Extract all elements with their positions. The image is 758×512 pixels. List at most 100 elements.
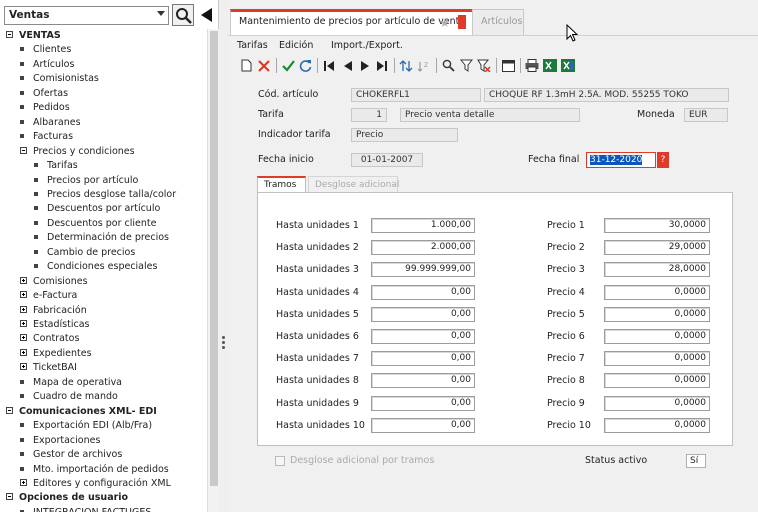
tree-item[interactable]: Precios por artículo: [34, 174, 138, 188]
hasta-unidades-input[interactable]: 0,00: [371, 329, 475, 344]
menu-tarifas[interactable]: Tarifas: [237, 40, 268, 51]
tarifa-description-field[interactable]: Precio venta detalle: [400, 108, 580, 122]
print-button[interactable]: [524, 57, 540, 74]
expand-plus-icon[interactable]: [20, 291, 27, 299]
hasta-unidades-input[interactable]: 1.000,00: [371, 218, 475, 233]
filter-button[interactable]: [458, 57, 474, 74]
collapse-panel-button[interactable]: [199, 6, 215, 24]
tree-item[interactable]: Exportación EDI (Alb/Fra): [20, 419, 152, 433]
expand-plus-icon[interactable]: [20, 320, 27, 327]
precio-input[interactable]: 28,0000: [604, 262, 710, 278]
tree-item[interactable]: Condiciones especiales: [34, 260, 157, 274]
tree-item[interactable]: Clientes: [20, 43, 71, 57]
hasta-unidades-input[interactable]: 0,00: [371, 284, 475, 300]
tree-item[interactable]: Gestor de archivos: [20, 448, 122, 462]
precio-input[interactable]: 0,0000: [604, 329, 710, 344]
tree-folder[interactable]: Comisiones: [20, 275, 88, 289]
tree-item[interactable]: Ofertas: [20, 87, 68, 101]
tab-tramos[interactable]: Tramos: [257, 176, 306, 193]
menu-import-export[interactable]: Import./Export.: [331, 40, 403, 51]
hasta-unidades-input[interactable]: 0,00: [371, 351, 475, 367]
expand-plus-icon[interactable]: [20, 363, 27, 371]
export-excel-button[interactable]: [542, 57, 558, 74]
precio-input[interactable]: 0,0000: [604, 284, 710, 300]
tree-item[interactable]: Precios desglose talla/color: [34, 188, 176, 202]
tree-item[interactable]: Tarifas: [34, 159, 78, 173]
cod-articulo-field[interactable]: CHOKERFL1: [351, 88, 481, 102]
tree-item[interactable]: Facturas: [20, 130, 73, 144]
hasta-unidades-input[interactable]: 99.999.999,00: [371, 262, 475, 278]
expand-plus-icon[interactable]: [20, 478, 27, 486]
hasta-unidades-input[interactable]: 0,00: [371, 395, 475, 411]
tree-folder[interactable]: Opciones de usuario: [6, 491, 128, 505]
fecha-inicio-field[interactable]: 01-01-2007: [351, 153, 423, 167]
desglose-tramos-checkbox[interactable]: [275, 456, 285, 466]
tab-articulos[interactable]: Artículos: [472, 9, 524, 35]
expand-plus-icon[interactable]: [20, 334, 27, 342]
scrollbar-thumb[interactable]: [210, 31, 218, 486]
last-record-button[interactable]: [374, 57, 390, 74]
sidebar-scrollbar[interactable]: [207, 29, 219, 512]
new-button[interactable]: [238, 57, 254, 74]
search-button[interactable]: [172, 4, 194, 26]
precio-input[interactable]: 0,0000: [604, 306, 710, 322]
module-select[interactable]: Ventas: [4, 6, 169, 25]
collapse-minus-icon[interactable]: [6, 406, 13, 414]
tab-mantenimiento-precios[interactable]: Mantenimiento de precios por artículo de…: [230, 9, 473, 35]
cancel-button[interactable]: [256, 57, 272, 74]
chevron-down-icon[interactable]: [157, 11, 165, 16]
tree-item[interactable]: INTEGRACION FACTUGES: [20, 506, 151, 512]
expand-plus-icon[interactable]: [20, 348, 27, 356]
collapse-minus-icon[interactable]: [6, 493, 13, 501]
precio-input[interactable]: 0,0000: [604, 373, 710, 389]
hasta-unidades-input[interactable]: 0,00: [371, 417, 475, 433]
tree-item[interactable]: Cambio de precios: [34, 246, 135, 260]
close-tab-icon[interactable]: [458, 15, 466, 29]
star-icon[interactable]: ★: [439, 16, 450, 30]
tarifa-number-field[interactable]: 1: [351, 108, 387, 122]
precio-input[interactable]: 0,0000: [604, 351, 710, 367]
tree-folder[interactable]: Fabricación: [20, 304, 87, 318]
tree-item[interactable]: Albaranes: [20, 116, 81, 130]
import-excel-button[interactable]: [560, 57, 576, 74]
tree-item[interactable]: Mto. importación de pedidos: [20, 463, 169, 477]
moneda-field[interactable]: EUR: [684, 108, 728, 122]
tree-item[interactable]: Mapa de operativa: [20, 376, 122, 390]
tree-item[interactable]: Comisionistas: [20, 72, 99, 86]
indicador-tarifa-field[interactable]: Precio: [351, 128, 458, 142]
date-help-button[interactable]: ?: [657, 152, 669, 168]
collapse-minus-icon[interactable]: [20, 146, 27, 154]
find-button[interactable]: [440, 57, 456, 74]
tree-folder[interactable]: Contratos: [20, 332, 79, 346]
fecha-final-field[interactable]: 31-12-2020: [586, 152, 656, 168]
tree-item[interactable]: Determinación de precios: [34, 231, 169, 245]
menu-edicion[interactable]: Edición: [279, 40, 313, 51]
precio-input[interactable]: 29,0000: [604, 240, 710, 256]
accept-button[interactable]: [280, 57, 296, 74]
tree-item[interactable]: Exportaciones: [20, 434, 100, 448]
next-record-button[interactable]: [357, 57, 373, 74]
collapse-minus-icon[interactable]: [6, 31, 13, 38]
first-record-button[interactable]: [321, 57, 337, 74]
view-button[interactable]: [500, 57, 516, 74]
tree-item[interactable]: Cuadro de mando: [20, 390, 118, 404]
descripcion-field[interactable]: CHOQUE RF 1.3mH 2.5A. MOD. 55255 TOKO: [484, 88, 729, 102]
tree-item[interactable]: Descuentos por artículo: [34, 202, 160, 216]
tree-item[interactable]: Artículos: [20, 57, 75, 72]
tree-folder[interactable]: Comunicaciones XML- EDI: [6, 405, 157, 419]
hasta-unidades-input[interactable]: 0,00: [371, 373, 475, 389]
tree-item[interactable]: Pedidos: [20, 101, 70, 115]
tab-desglose-adicional[interactable]: Desglose adicional: [308, 176, 399, 193]
hasta-unidades-input[interactable]: 2.000,00: [371, 240, 475, 256]
sort-az-button[interactable]: Z: [416, 57, 432, 74]
tree-folder[interactable]: TicketBAI: [20, 361, 77, 375]
tree-folder[interactable]: VENTAS: [6, 29, 61, 43]
precio-input[interactable]: 30,0000: [604, 218, 710, 233]
tree-folder[interactable]: Precios y condiciones: [20, 145, 135, 159]
precio-input[interactable]: 0,0000: [604, 417, 710, 433]
tree-folder[interactable]: e-Factura: [20, 289, 77, 303]
tree-item[interactable]: Descuentos por cliente: [34, 217, 156, 231]
precio-input[interactable]: 0,0000: [604, 395, 710, 411]
expand-plus-icon[interactable]: [20, 305, 27, 313]
status-activo-field[interactable]: Sí: [686, 454, 706, 468]
